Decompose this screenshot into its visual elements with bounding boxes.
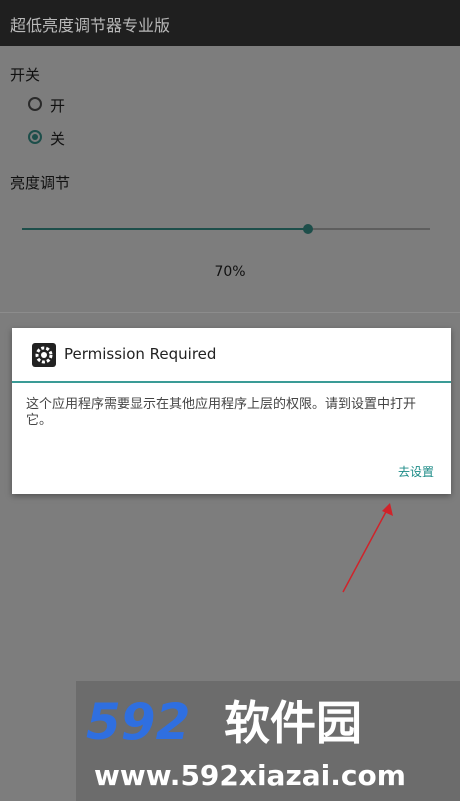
radio-on-label[interactable]: 开 (50, 95, 65, 116)
dialog-message: 这个应用程序需要显示在其他应用程序上层的权限。请到设置中打开它。 (26, 397, 417, 428)
dialog-title-divider (12, 381, 451, 383)
radio-on[interactable] (28, 97, 42, 111)
svg-text:软件园: 软件园 (224, 696, 362, 750)
permission-dialog: Permission Required 这个应用程序需要显示在其他应用程序上层的… (12, 328, 451, 494)
watermark: 592 软件园 www.592xiazai.com (76, 681, 460, 801)
go-settings-button[interactable]: 去设置 (398, 463, 434, 480)
slider-fill (22, 228, 308, 230)
slider-thumb[interactable] (302, 224, 313, 234)
radio-off-label[interactable]: 关 (50, 128, 65, 149)
svg-text:www.592xiazai.com: www.592xiazai.com (94, 759, 406, 792)
brightness-slider[interactable] (22, 224, 430, 234)
watermark-logo: 592 软件园 www.592xiazai.com (86, 693, 406, 792)
arrow-annotation (342, 503, 393, 593)
radio-off[interactable] (28, 130, 42, 144)
app-title: 超低亮度调节器专业版 (10, 16, 171, 35)
app-title-bar: 超低亮度调节器专业版 (0, 0, 460, 46)
svg-text:592: 592 (86, 693, 190, 751)
switch-label: 开关 (10, 66, 41, 84)
brightness-label: 亮度调节 (10, 174, 71, 192)
gear-icon (32, 343, 56, 367)
brightness-value: 70% (214, 264, 246, 280)
divider (0, 312, 460, 313)
dialog-title: Permission Required (64, 345, 217, 363)
